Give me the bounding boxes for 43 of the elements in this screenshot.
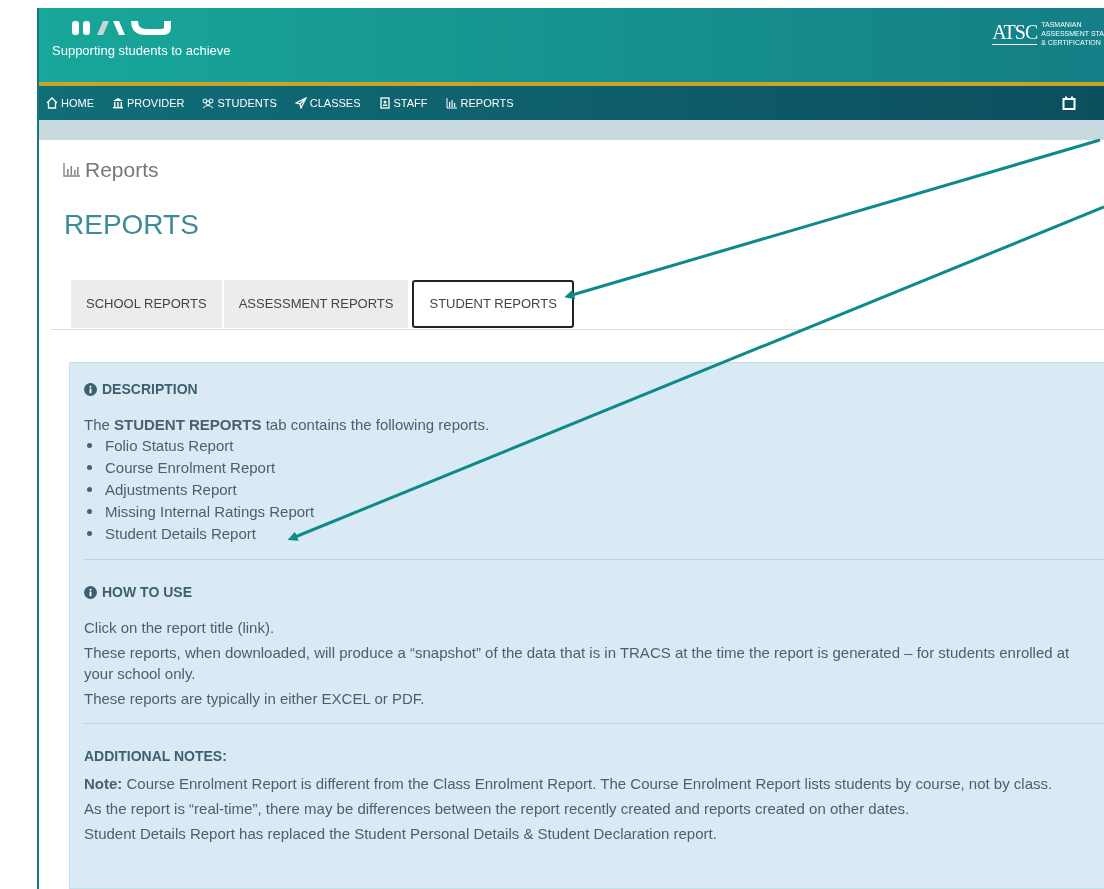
bullet-icon — [87, 531, 92, 536]
id-badge-icon — [378, 97, 391, 109]
nav-link[interactable]: REPORTS — [445, 94, 514, 112]
users-icon — [202, 97, 215, 109]
paragraph: These reports, when downloaded, will produce a “snapshot” of the data that is in TRACS at the time the report is generated – for students enrolled at your school only. — [84, 642, 1071, 684]
info-icon — [84, 585, 97, 599]
paragraph: The STUDENT REPORTS tab contains the following reports. — [84, 414, 491, 435]
bullet-icon — [87, 487, 92, 492]
chart-icon — [63, 162, 81, 177]
tagline: Supporting students to achieve — [52, 41, 231, 60]
paragraph: Click on the report title (link). — [84, 617, 276, 638]
calendar-icon[interactable] — [1062, 96, 1076, 110]
section-heading: ADDITIONAL NOTES: — [84, 746, 227, 766]
bank-icon — [112, 97, 124, 109]
nav-link[interactable]: CLASSES — [294, 94, 361, 112]
report-name: Missing Internal Ratings Report — [105, 501, 315, 522]
paragraph: As the report is “real-time”, there may be differences between the report recently created and reports created on other dates. — [84, 798, 911, 819]
bullet-icon — [87, 509, 92, 514]
paragraph: Note: Course Enrolment Report is different from the Class Enrolment Report. The Course Enrolment Report lists students by course, not by class. — [84, 773, 1054, 794]
bullet-icon — [87, 443, 92, 448]
nav-link[interactable]: STUDENTS — [202, 94, 277, 112]
page-title: REPORTS — [64, 207, 200, 242]
bullet-icon — [87, 465, 92, 470]
report-name: Course Enrolment Report — [105, 457, 276, 478]
nav-link[interactable]: STAFF — [378, 94, 428, 112]
nav-link[interactable]: HOME — [46, 94, 94, 112]
report-name: Adjustments Report — [105, 479, 237, 500]
report-name: Student Details Report — [105, 523, 256, 544]
paragraph: Student Details Report has replaced the Student Personal Details & Student Declaration report. — [84, 823, 718, 844]
section-heading: DESCRIPTION — [102, 379, 198, 399]
nav-link[interactable]: PROVIDER — [112, 94, 185, 112]
agency-monogram: ATSC — [992, 22, 1038, 45]
tab[interactable]: SCHOOL REPORTS — [71, 279, 222, 328]
breadcrumb: Reports — [85, 157, 159, 183]
chart-icon — [445, 97, 458, 109]
report-name: Folio Status Report — [105, 435, 234, 456]
home-icon — [46, 97, 58, 109]
section-heading: HOW TO USE — [102, 582, 192, 602]
info-icon — [84, 382, 97, 396]
paragraph: These reports are typically in either EXCEL or PDF. — [84, 688, 426, 709]
tab[interactable]: ASSESSMENT REPORTS — [223, 279, 409, 328]
tab[interactable]: STUDENT REPORTS — [412, 279, 574, 328]
paper-plane-icon — [294, 97, 307, 109]
